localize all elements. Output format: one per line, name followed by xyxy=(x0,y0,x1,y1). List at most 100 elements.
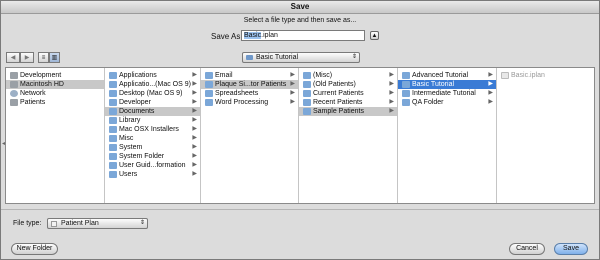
folder-icon xyxy=(205,81,213,88)
browser-column: Email ▶ Plaque Si...tor Patients ▶ Spreadshe… xyxy=(201,68,299,203)
disclosure-arrow-icon: ▶ xyxy=(192,135,197,141)
browser-item-label: Recent Patients xyxy=(313,99,363,106)
path-popup[interactable]: Basic Tutorial ⇕ xyxy=(242,52,360,63)
save-as-input[interactable]: Basic.iplan xyxy=(241,30,365,41)
browser-toolbar: ◀ ▶ ≡ ▥ Basic Tutorial ⇕ xyxy=(1,51,599,65)
folder-icon xyxy=(109,144,117,151)
column-view-icon: ▥ xyxy=(51,55,58,61)
folder-icon xyxy=(402,72,410,79)
browser-column: Advanced Tutorial ▶ Basic Tutorial ▶ Interme… xyxy=(398,68,497,203)
cancel-button[interactable]: Cancel xyxy=(509,243,545,255)
folder-icon xyxy=(109,117,117,124)
browser-item[interactable]: Documents ▶ xyxy=(105,107,200,116)
updown-arrows-icon: ⇕ xyxy=(351,54,357,60)
browser-item-label: User Guid...formation xyxy=(119,162,186,169)
browser-item[interactable]: Current Patients ▶ xyxy=(299,89,397,98)
browser-item-label: Applications xyxy=(119,72,157,79)
browser-item[interactable]: Mac OSX Installers ▶ xyxy=(105,125,200,134)
browser-item[interactable]: Spreadsheets ▶ xyxy=(201,89,298,98)
hard-drive-icon xyxy=(10,72,18,79)
browser-item-label: Developer xyxy=(119,99,151,106)
file-type-popup[interactable]: Patient Plan ⇕ xyxy=(47,218,148,229)
browser-item-label: Network xyxy=(20,90,46,97)
browser-item[interactable]: Users ▶ xyxy=(105,170,200,179)
path-popup-label: Basic Tutorial xyxy=(256,54,299,61)
forward-button[interactable]: ▶ xyxy=(20,52,34,63)
browser-item-label: (Old Patients) xyxy=(313,81,356,88)
disclosure-arrow-icon: ▶ xyxy=(290,99,295,105)
disclosure-arrow-icon: ▶ xyxy=(488,72,493,78)
file-type-label: File type: xyxy=(13,220,42,227)
browser-item[interactable]: User Guid...formation ▶ xyxy=(105,161,200,170)
collapse-dialog-button[interactable]: ▲ xyxy=(370,31,379,40)
folder-icon xyxy=(303,108,311,115)
document-icon xyxy=(501,72,509,79)
folder-icon xyxy=(205,72,213,79)
document-icon xyxy=(51,221,57,227)
browser-item-label: (Misc) xyxy=(313,72,333,79)
browser-item[interactable]: (Misc) ▶ xyxy=(299,71,397,80)
browser-item[interactable]: Development xyxy=(6,71,104,80)
file-type-value: Patient Plan xyxy=(61,220,99,227)
browser-item[interactable]: Recent Patients ▶ xyxy=(299,98,397,107)
list-view-button[interactable]: ≡ xyxy=(38,52,49,63)
browser-item-label: Library xyxy=(119,117,141,124)
save-button[interactable]: Save xyxy=(554,243,588,255)
back-button[interactable]: ◀ xyxy=(6,52,20,63)
browser-item[interactable]: QA Folder ▶ xyxy=(398,98,496,107)
browser-item-label: Spreadsheets xyxy=(215,90,259,97)
browser-item[interactable]: Basic Tutorial ▶ xyxy=(398,80,496,89)
folder-icon xyxy=(109,81,117,88)
folder-icon xyxy=(205,90,213,97)
disclosure-arrow-icon: ▶ xyxy=(290,72,295,78)
browser-item[interactable]: Macintosh HD xyxy=(6,80,104,89)
save-as-label: Save As: xyxy=(211,32,243,41)
browser-item[interactable]: Misc ▶ xyxy=(105,134,200,143)
browser-item[interactable]: Developer ▶ xyxy=(105,98,200,107)
browser-item[interactable]: Plaque Si...tor Patients ▶ xyxy=(201,80,298,89)
folder-icon xyxy=(109,72,117,79)
disclosure-arrow-icon: ▶ xyxy=(290,90,295,96)
browser-item-label: Basic.iplan xyxy=(511,72,545,79)
browser-item[interactable]: Intermediate Tutorial ▶ xyxy=(398,89,496,98)
browser-item[interactable]: Basic.iplan xyxy=(497,71,594,80)
folder-icon xyxy=(402,99,410,106)
browser-item-label: Applicatio...(Mac OS 9) xyxy=(119,81,191,88)
browser-item[interactable]: Advanced Tutorial ▶ xyxy=(398,71,496,80)
browser-item[interactable]: (Old Patients) ▶ xyxy=(299,80,397,89)
column-browser[interactable]: Development Macintosh HD Network Patients Ap… xyxy=(5,67,595,204)
browser-item[interactable]: Patients xyxy=(6,98,104,107)
title-bar: Save xyxy=(1,1,599,14)
browser-item-label: Mac OSX Installers xyxy=(119,126,179,133)
browser-item[interactable]: Applications ▶ xyxy=(105,71,200,80)
resize-handle-icon[interactable]: ◂ xyxy=(2,140,5,147)
browser-item[interactable]: Library ▶ xyxy=(105,116,200,125)
disclosure-arrow-icon: ▶ xyxy=(192,108,197,114)
disclosure-arrow-icon: ▶ xyxy=(389,99,394,105)
new-folder-button[interactable]: New Folder xyxy=(11,243,58,255)
browser-item-label: Plaque Si...tor Patients xyxy=(215,81,287,88)
browser-item[interactable]: Network xyxy=(6,89,104,98)
column-view-button[interactable]: ▥ xyxy=(49,52,60,63)
save-as-extension: .iplan xyxy=(261,32,278,39)
browser-item-label: Development xyxy=(20,72,62,79)
browser-item-label: Documents xyxy=(119,108,155,115)
list-view-icon: ≡ xyxy=(41,54,46,61)
browser-item-label: Desktop (Mac OS 9) xyxy=(119,90,183,97)
browser-item[interactable]: Desktop (Mac OS 9) ▶ xyxy=(105,89,200,98)
disclosure-arrow-icon: ▶ xyxy=(192,117,197,123)
folder-icon xyxy=(303,99,311,106)
disclosure-arrow-icon: ▶ xyxy=(192,81,197,87)
browser-item[interactable]: Email ▶ xyxy=(201,71,298,80)
browser-item-label: System Folder xyxy=(119,153,165,160)
browser-item[interactable]: Applicatio...(Mac OS 9) ▶ xyxy=(105,80,200,89)
browser-item[interactable]: Word Processing ▶ xyxy=(201,98,298,107)
save-as-selected-text: Basic xyxy=(244,32,262,39)
folder-icon xyxy=(109,108,117,115)
browser-item[interactable]: Sample Patients ▶ xyxy=(299,107,397,116)
browser-item-label: Patients xyxy=(20,99,46,106)
browser-item[interactable]: System Folder ▶ xyxy=(105,152,200,161)
disclosure-arrow-icon: ▶ xyxy=(290,81,295,87)
browser-item[interactable]: System ▶ xyxy=(105,143,200,152)
browser-item-label: Users xyxy=(119,171,138,178)
